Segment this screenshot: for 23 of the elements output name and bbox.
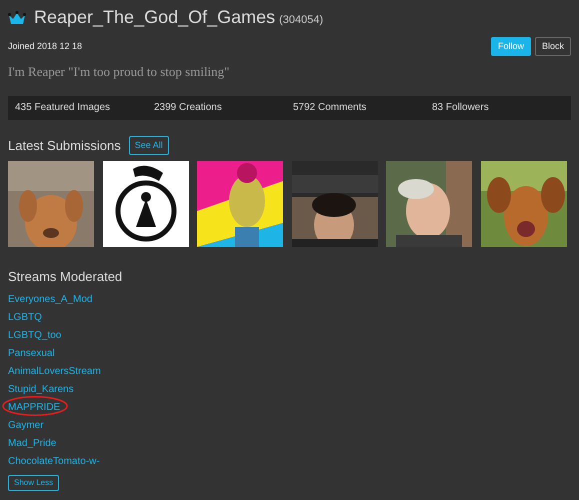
username: Reaper_The_God_Of_Games bbox=[34, 6, 276, 29]
stream-link[interactable]: AnimalLoversStream bbox=[8, 362, 101, 380]
stream-link[interactable]: Stupid_Karens bbox=[8, 380, 74, 398]
stream-link[interactable]: Gaymer bbox=[8, 416, 44, 434]
section-heading: Latest Submissions bbox=[8, 136, 121, 154]
crown-icon bbox=[8, 10, 26, 24]
stream-link[interactable]: LGBTQ bbox=[8, 308, 42, 326]
stat-label: 2399 Creations bbox=[154, 101, 223, 115]
stream-link[interactable]: ChocolateTomato-w- bbox=[8, 452, 100, 470]
section-heading: Streams Moderated bbox=[8, 268, 124, 286]
stream-link[interactable]: Pansexual bbox=[8, 344, 55, 362]
user-bio: I'm Reaper "I'm too proud to stop smiling" bbox=[8, 63, 230, 81]
points-count: (304054) bbox=[279, 13, 324, 28]
block-button[interactable]: Block bbox=[534, 37, 571, 56]
stat-label: 83 Followers bbox=[432, 101, 490, 115]
show-less-button[interactable]: Show Less bbox=[8, 474, 60, 490]
stream-link[interactable]: Mad_Pride bbox=[8, 434, 56, 452]
stream-link[interactable]: LGBTQ_too bbox=[8, 326, 62, 344]
see-all-button[interactable]: See All bbox=[128, 136, 169, 155]
stat-label: 5792 Comments bbox=[293, 101, 368, 115]
join-date: Joined 2018 12 18 bbox=[8, 40, 82, 53]
stream-link[interactable]: Everyones_A_Mod bbox=[8, 290, 92, 308]
stat-label: 435 Featured Images bbox=[15, 101, 112, 115]
